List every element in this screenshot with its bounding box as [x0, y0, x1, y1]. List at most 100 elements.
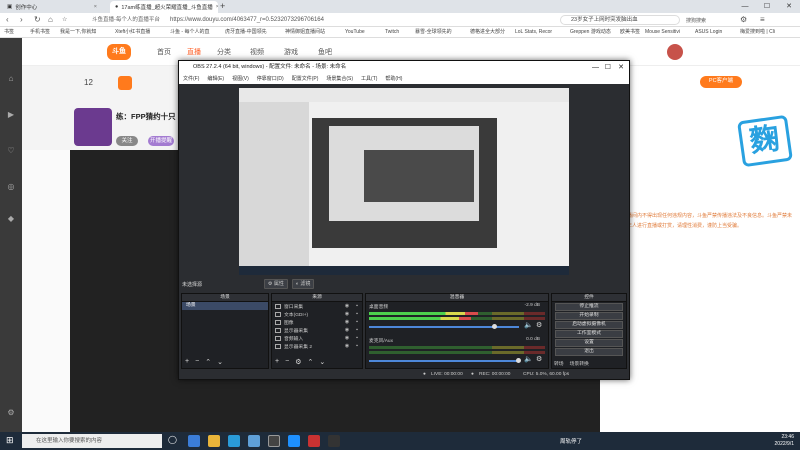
tab-scene-transitions[interactable]: 场景转换 — [570, 360, 589, 367]
exit-button[interactable]: 退出 — [555, 348, 623, 356]
eye-icon[interactable]: ◉ — [342, 327, 352, 333]
source-row[interactable]: 显示器采集 2 ◉ ▪ — [272, 342, 362, 350]
bookmark-item[interactable]: Greppen 游戏动态 — [570, 28, 611, 37]
menu-tools[interactable]: 工具(T) — [357, 74, 381, 84]
bookmark-item[interactable]: 神情御姐直播间站 — [285, 28, 325, 37]
close-icon[interactable]: ✕ — [618, 61, 624, 74]
menu-view[interactable]: 视图(V) — [228, 74, 253, 84]
app-icon[interactable] — [228, 435, 240, 447]
nav-home[interactable]: 首页 — [157, 47, 171, 57]
speaker-icon[interactable]: 🔈 — [524, 321, 533, 329]
task-view-icon[interactable]: ◯ — [168, 435, 180, 447]
menu-edit[interactable]: 编辑(E) — [203, 74, 228, 84]
minimize-icon[interactable]: — — [734, 0, 756, 13]
down-icon[interactable]: ⌄ — [319, 358, 325, 366]
app-icon[interactable] — [288, 435, 300, 447]
reload-icon[interactable]: ↻ — [34, 15, 41, 24]
streamer-avatar[interactable] — [74, 108, 112, 146]
home-icon[interactable]: ⌂ — [48, 15, 53, 24]
nav-yuba[interactable]: 鱼吧 — [318, 47, 332, 57]
file-explorer-icon[interactable] — [208, 435, 220, 447]
up-icon[interactable]: ⌃ — [205, 358, 211, 366]
user-avatar[interactable] — [667, 44, 683, 60]
virtual-camera-button[interactable]: 启动虚拟摄像机 — [555, 321, 623, 329]
search-engine-label[interactable]: 搜狗搜索 — [686, 17, 706, 24]
bookmark-item[interactable]: Mouse Sensitivi — [645, 28, 680, 37]
clock[interactable]: 23:46 2022/9/1 — [775, 434, 794, 448]
menu-help[interactable]: 帮助(H) — [381, 74, 406, 84]
bookmark-item[interactable]: 书签 — [4, 28, 14, 37]
gear-icon[interactable]: ⚙ — [295, 358, 301, 366]
add-icon[interactable]: + — [185, 358, 189, 366]
taskbar-search-input[interactable]: 在这里输入你要搜索的内容 — [22, 434, 162, 448]
sidebar-category-icon[interactable]: ◆ — [0, 214, 22, 223]
menu-file[interactable]: 文件(F) — [179, 74, 203, 84]
up-icon[interactable]: ⌃ — [307, 358, 313, 366]
close-icon[interactable]: × — [216, 4, 218, 10]
source-row[interactable]: 图像 ◉ ▪ — [272, 318, 362, 326]
bookmark-star-icon[interactable]: ☆ — [62, 16, 67, 23]
bookmark-item[interactable]: ASUS Login — [695, 28, 722, 37]
studio-mode-button[interactable]: 工作室模式 — [555, 330, 623, 338]
source-row[interactable]: 显示器采集 ◉ ▪ — [272, 326, 362, 334]
eye-icon[interactable]: ◉ — [342, 319, 352, 325]
eye-icon[interactable]: ◉ — [342, 343, 352, 349]
douyu-logo[interactable]: 斗鱼 — [107, 44, 131, 60]
menu-docks[interactable]: 停靠窗口(D) — [253, 74, 288, 84]
settings-button[interactable]: 设置 — [555, 339, 623, 347]
new-tab-button[interactable]: + — [220, 1, 225, 11]
bookmark-item[interactable]: 梅爱搜到啦 | Cli — [740, 28, 775, 37]
browser-icon[interactable] — [248, 435, 260, 447]
tab-douyu[interactable]: ● 17am练直播_超火荣耀直播_斗鱼直播 × — [110, 1, 218, 13]
eye-icon[interactable]: ◉ — [342, 335, 352, 341]
bookmark-item[interactable]: 欧美书签 — [620, 28, 640, 37]
filters-button[interactable]: ◐ 滤镜 — [291, 279, 315, 289]
bookmark-item[interactable]: 暴雪-全球领先的 — [415, 28, 452, 37]
lock-icon[interactable]: ▪ — [352, 335, 362, 341]
volume-slider-knob[interactable] — [492, 324, 497, 329]
gear-icon[interactable]: ⚙ — [536, 355, 542, 363]
edge-icon[interactable] — [188, 435, 200, 447]
nav-video[interactable]: 视频 — [250, 47, 264, 57]
tab-transitions[interactable]: 转场 — [554, 360, 564, 367]
bookmark-item[interactable]: 虎牙直播-中国领先 — [225, 28, 267, 37]
url-input[interactable]: https://www.douyu.com/4063477_r=0.523207… — [170, 15, 510, 25]
weather-text[interactable]: 周轨停了 — [560, 437, 582, 445]
bookmark-item[interactable]: LoL Stats, Recor — [515, 28, 552, 37]
eye-icon[interactable]: ◉ — [342, 311, 352, 317]
volume-slider[interactable] — [369, 360, 519, 362]
properties-button[interactable]: ⚙ 属性 — [264, 279, 288, 289]
nav-game[interactable]: 游戏 — [284, 47, 298, 57]
bookmark-item[interactable]: 斗鱼 - 每个人的直 — [170, 28, 209, 37]
bookmark-item[interactable]: 德格进全大部分 — [470, 28, 505, 37]
sidebar-settings-icon[interactable]: ⚙ — [0, 408, 22, 417]
down-icon[interactable]: ⌄ — [217, 358, 223, 366]
sidebar-game-icon[interactable]: ◎ — [0, 182, 22, 191]
speaker-icon[interactable]: 🔈 — [524, 355, 533, 363]
bookmark-item[interactable]: Xteft小红书直播 — [115, 28, 150, 37]
pc-client-button[interactable]: PC客户端 — [700, 76, 742, 88]
lock-icon[interactable]: ▪ — [352, 319, 362, 325]
nav-category[interactable]: 分类 — [217, 47, 231, 57]
remind-button[interactable]: 开播提醒 — [148, 136, 174, 146]
lock-icon[interactable]: ▪ — [352, 327, 362, 333]
source-row[interactable]: 窗口采集 ◉ ▪ — [272, 302, 362, 310]
search-input[interactable]: 23岁女子上网时突发脑出血 — [560, 15, 680, 25]
lock-icon[interactable]: ▪ — [352, 343, 362, 349]
source-row[interactable]: 音频输入 ◉ ▪ — [272, 334, 362, 342]
menu-icon[interactable]: ≡ — [760, 15, 765, 24]
maximize-icon[interactable]: ☐ — [756, 0, 778, 13]
obs-preview[interactable] — [239, 88, 569, 275]
volume-slider-knob[interactable] — [516, 358, 521, 363]
maximize-icon[interactable]: ☐ — [605, 61, 611, 74]
source-row[interactable]: 文本(GDI+) ◉ ▪ — [272, 310, 362, 318]
bookmark-item[interactable]: 手机书签 — [30, 28, 50, 37]
lock-icon[interactable]: ▪ — [352, 311, 362, 317]
bookmark-item[interactable]: 我是一下,你就知 — [60, 28, 96, 37]
gear-icon[interactable]: ⚙ — [536, 321, 542, 329]
follow-button[interactable]: 关注 — [116, 136, 138, 146]
app-icon[interactable] — [328, 435, 340, 447]
eye-icon[interactable]: ◉ — [342, 303, 352, 309]
nav-live[interactable]: 直播 — [187, 47, 201, 57]
close-icon[interactable]: × — [94, 4, 97, 10]
